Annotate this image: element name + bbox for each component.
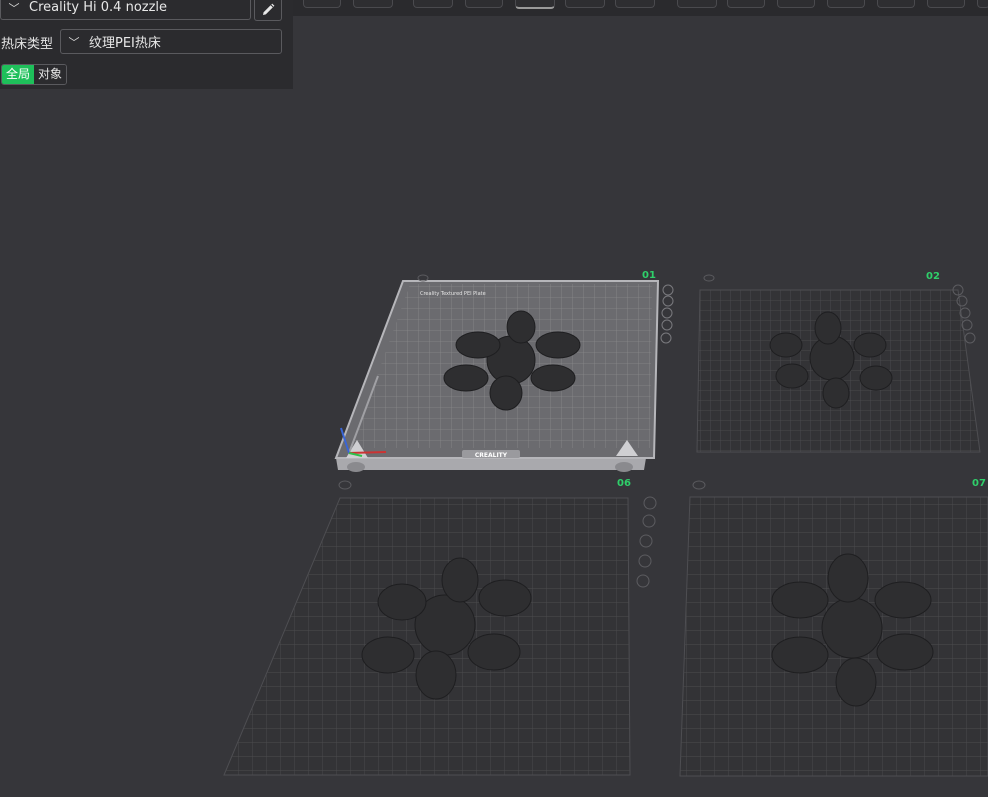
plate-06-tool-icons[interactable]	[636, 496, 657, 588]
plate-06[interactable]: 06	[220, 478, 657, 780]
toolbar-button-scale[interactable]	[777, 0, 815, 8]
toolbar-button-add[interactable]	[353, 0, 393, 8]
top-toolbar	[293, 0, 988, 16]
scope-object-tab[interactable]: 对象	[34, 65, 67, 84]
chevron-down-icon: ﹀	[68, 35, 80, 49]
settings-panel: ﹀ Creality Hi 0.4 nozzle 热床类型 ﹀ 纹理PEI热床 …	[0, 0, 293, 89]
toolbar-button-seam[interactable]	[927, 0, 965, 8]
plate-06-number: 06	[617, 478, 631, 489]
toolbar-button-layers[interactable]	[615, 0, 655, 8]
printer-select[interactable]: ﹀ Creality Hi 0.4 nozzle	[0, 0, 251, 20]
plate-07[interactable]: 07	[675, 478, 988, 780]
3d-viewport[interactable]: 02 06 07 Creality Textured PEI Plate CRE…	[0, 0, 988, 797]
bed-type-select-value: 纹理PEI热床	[89, 36, 161, 51]
toolbar-button-move[interactable]	[677, 0, 717, 8]
toolbar-button-plate[interactable]	[413, 0, 453, 8]
printer-select-value: Creality Hi 0.4 nozzle	[29, 0, 168, 15]
chevron-down-icon: ﹀	[8, 1, 20, 15]
plate-01[interactable]: Creality Textured PEI Plate CREALITY 01	[334, 270, 674, 472]
toolbar-button-cut[interactable]	[827, 0, 865, 8]
plate-02-number: 02	[926, 271, 940, 282]
scope-global-tab[interactable]: 全局	[2, 65, 35, 84]
bed-type-label: 热床类型	[1, 37, 54, 52]
toolbar-button-more[interactable]	[977, 0, 988, 8]
plate-07-number: 07	[972, 478, 986, 489]
plate-01-number: 01	[642, 270, 656, 281]
edit-printer-button[interactable]	[254, 0, 282, 21]
toolbar-button-split[interactable]	[565, 0, 605, 8]
toolbar-button-orient[interactable]	[465, 0, 503, 8]
plate-01-tool-icons[interactable]	[660, 284, 674, 344]
toolbar-button-arrange[interactable]	[515, 0, 555, 9]
pencil-icon	[263, 3, 275, 15]
toolbar-button-search[interactable]	[303, 0, 341, 8]
toolbar-button-rotate[interactable]	[727, 0, 765, 8]
bed-logo: CREALITY	[475, 452, 508, 459]
bed-plate-title: Creality Textured PEI Plate	[420, 291, 486, 297]
toolbar-button-support[interactable]	[877, 0, 915, 8]
bed-type-select[interactable]: ﹀ 纹理PEI热床	[60, 29, 282, 54]
plate-02[interactable]: 02	[690, 271, 988, 460]
scope-toggle: 全局 对象	[1, 64, 68, 85]
